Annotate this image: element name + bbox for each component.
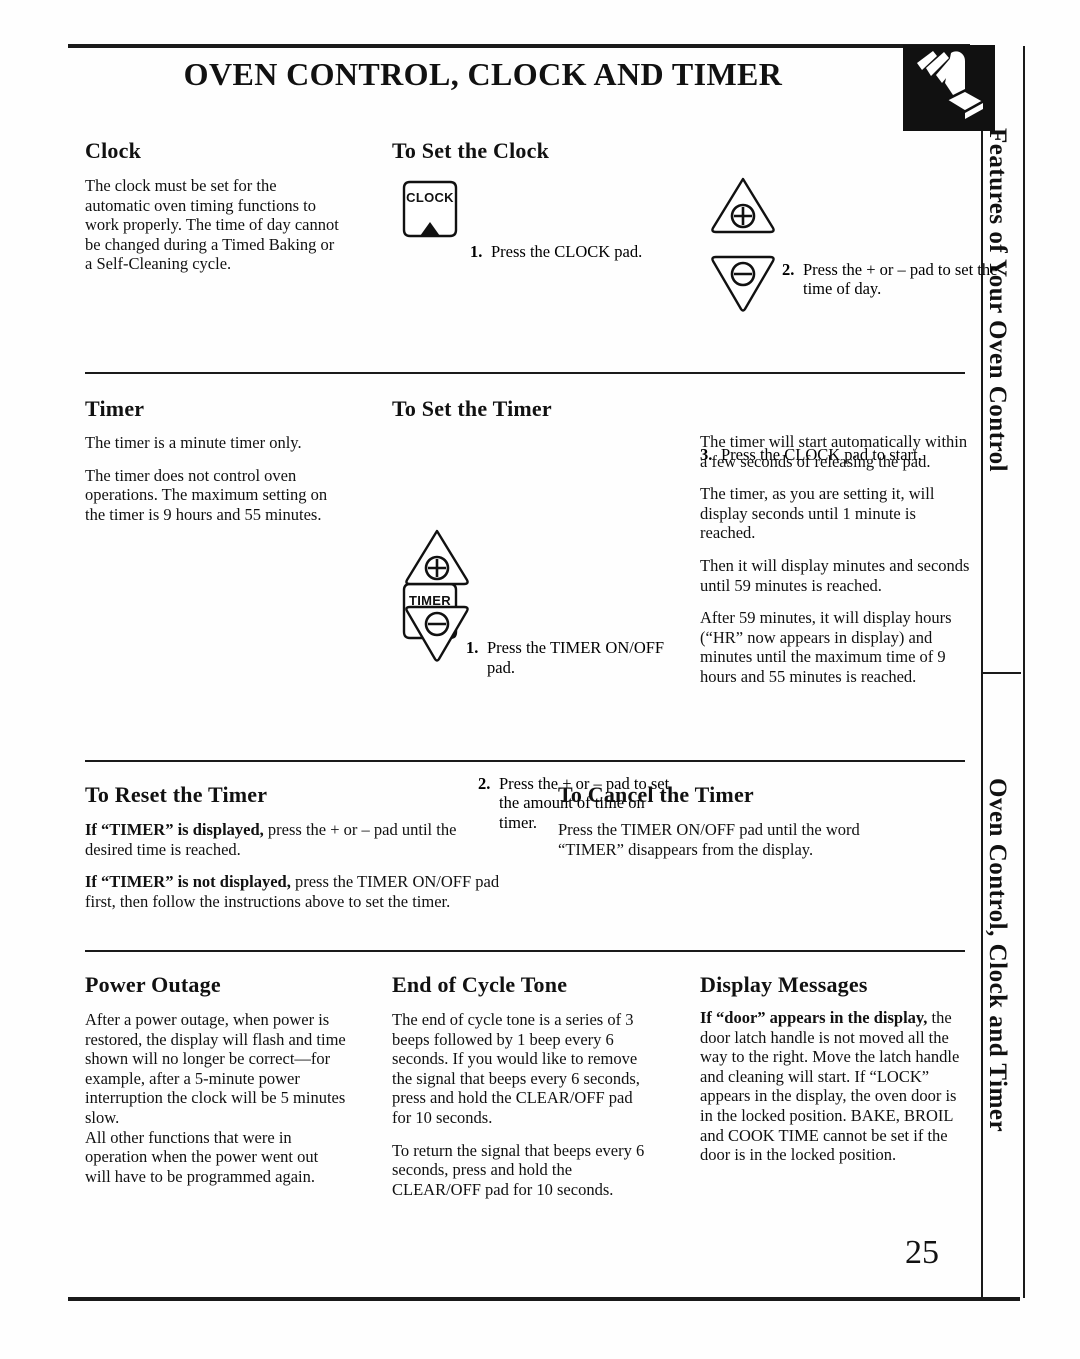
section-divider-3 (85, 950, 965, 952)
step-number: 2. (478, 773, 491, 793)
heading-clock: Clock (85, 138, 141, 163)
manual-page: Features of Your Oven Control Oven Contr… (0, 0, 1080, 1359)
heading-end-of-cycle-tone: End of Cycle Tone (392, 972, 568, 997)
side-tab-features-of-your-oven-control: Features of Your Oven Control (984, 128, 1011, 473)
section-divider-2 (85, 760, 965, 762)
hand-pressing-pad-icon (903, 45, 995, 131)
reset-timer-body: If “TIMER” is displayed, press the + or … (85, 820, 505, 911)
heading-display-messages: Display Messages (700, 972, 868, 997)
display-messages-para: If “door” appears in the display, the do… (700, 1008, 965, 1165)
reset-timer-para-1: If “TIMER” is displayed, press the + or … (85, 820, 505, 859)
clock-pad[interactable]: CLOCK (398, 178, 462, 242)
minus-pad[interactable] (404, 604, 470, 662)
step-number: 1. (470, 242, 483, 261)
clock-pad-label: CLOCK (406, 190, 454, 205)
step-number: 2. (782, 259, 795, 279)
power-outage-body: After a power outage, when power is rest… (85, 1010, 346, 1186)
heading-to-set-the-clock: To Set the Clock (392, 138, 550, 163)
heading-power-outage: Power Outage (85, 972, 221, 997)
set-timer-step-1: 1. Press the TIMER ON/OFF pad. (466, 638, 677, 677)
display-messages-rest: the door latch handle is not moved all t… (700, 1008, 960, 1165)
heading-to-set-the-timer: To Set the Timer (392, 396, 552, 421)
heading-timer: Timer (85, 396, 145, 421)
display-messages-body: If “door” appears in the display, the do… (700, 1008, 965, 1165)
bottom-rule (68, 1297, 1020, 1301)
step-text: Press the CLOCK pad. (491, 242, 643, 261)
plus-pad[interactable] (404, 528, 470, 586)
plus-pad[interactable] (710, 176, 776, 234)
heading-to-reset-the-timer: To Reset the Timer (85, 782, 268, 807)
set-clock-step-2: 2. Press the + or – pad to set the time … (782, 260, 998, 299)
timer-notes: The timer will start automatically withi… (700, 432, 970, 686)
side-tab-oven-control-clock-and-timer: Oven Control, Clock and Timer (984, 778, 1011, 1133)
top-rule (68, 44, 970, 48)
clock-body-text: The clock must be set for the automatic … (85, 176, 339, 274)
reset-timer-lead-1: If “TIMER” is displayed, (85, 820, 264, 839)
step-text: Press the + or – pad to set the time of … (803, 259, 998, 299)
side-tab-divider (981, 672, 1021, 674)
end-of-cycle-tone-body: The end of cycle tone is a series of 3 b… (392, 1010, 645, 1199)
set-clock-step-1: 1. Press the CLOCK pad. (470, 242, 701, 262)
cancel-timer-body: Press the TIMER ON/OFF pad until the wor… (558, 820, 860, 859)
page-title: OVEN CONTROL, CLOCK AND TIMER (183, 56, 783, 92)
page-header: OVEN CONTROL, CLOCK AND TIMER (68, 45, 995, 131)
minus-pad[interactable] (710, 254, 776, 312)
reset-timer-lead-2: If “TIMER” is not displayed, (85, 872, 291, 892)
step-text: Press the TIMER ON/OFF pad. (487, 638, 665, 677)
page-number: 25 (905, 1234, 939, 1271)
section-divider-1 (85, 372, 965, 374)
timer-body-text: The timer is a minute timer only. The ti… (85, 433, 328, 524)
display-messages-lead: If “door” appears in the display, (700, 1008, 928, 1027)
reset-timer-para-2: If “TIMER” is not displayed, press the T… (85, 872, 505, 911)
heading-to-cancel-the-timer: To Cancel the Timer (558, 782, 754, 807)
